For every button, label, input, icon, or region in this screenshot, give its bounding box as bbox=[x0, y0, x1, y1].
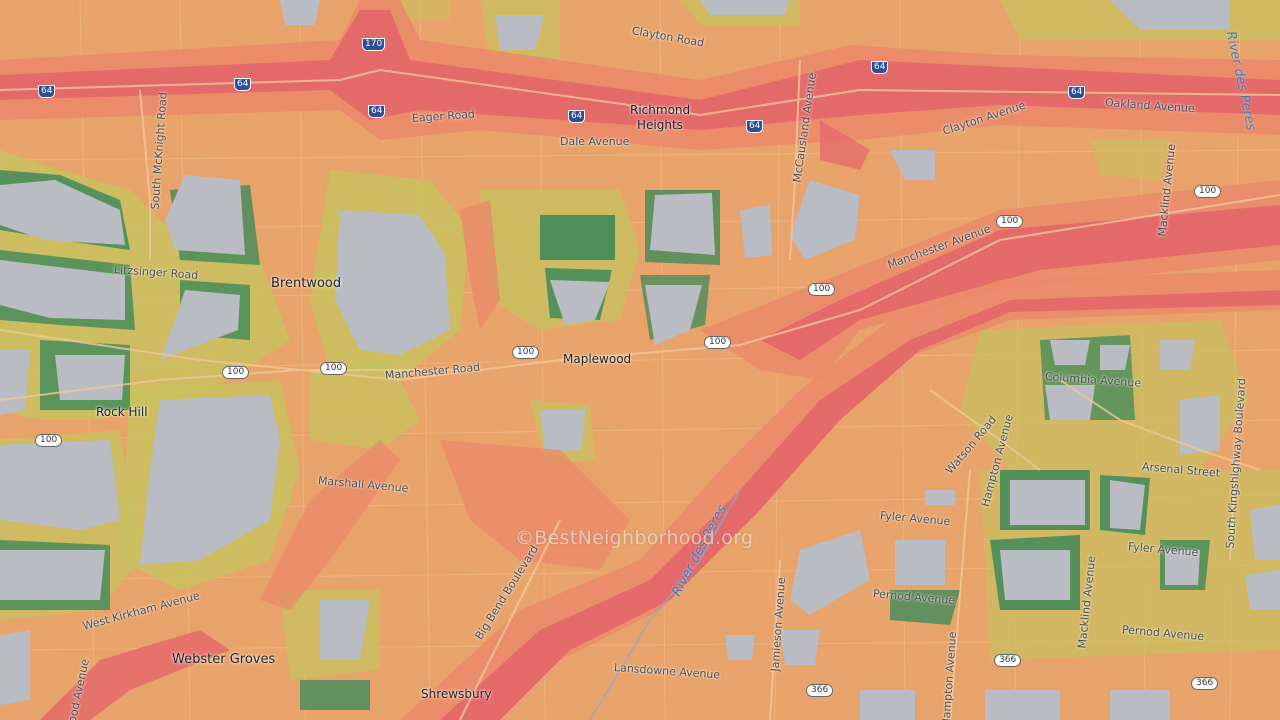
interstate-64-shield: 64 bbox=[234, 78, 252, 91]
route-366-shield: 366 bbox=[994, 654, 1022, 667]
crime-heat-map[interactable]: 170 64 64 64 64 64 64 64 100 100 100 100… bbox=[0, 0, 1280, 720]
place-richmond-heights-line1: Richmond bbox=[630, 103, 691, 117]
route-366-shield: 366 bbox=[806, 684, 834, 697]
interstate-64-shield: 64 bbox=[368, 105, 386, 118]
route-100-shield: 100 bbox=[35, 434, 63, 447]
interstate-64-shield: 64 bbox=[568, 110, 586, 123]
interstate-64-shield: 64 bbox=[871, 61, 889, 74]
route-100-shield: 100 bbox=[1194, 185, 1222, 198]
watermark: ©BestNeighborhood.org bbox=[515, 527, 754, 549]
interstate-64-shield: 64 bbox=[38, 85, 56, 98]
route-100-shield: 100 bbox=[222, 366, 250, 379]
interstate-64-shield: 64 bbox=[746, 120, 764, 133]
route-100-shield: 100 bbox=[808, 283, 836, 296]
interstate-64-shield: 64 bbox=[1068, 86, 1086, 99]
place-richmond-heights-line2: Heights bbox=[637, 118, 683, 132]
route-100-shield: 100 bbox=[704, 336, 732, 349]
route-100-shield: 100 bbox=[512, 346, 540, 359]
route-366-shield: 366 bbox=[1191, 677, 1219, 690]
street-dale-avenue: Dale Avenue bbox=[560, 135, 630, 148]
place-shrewsbury: Shrewsbury bbox=[421, 687, 492, 701]
place-brentwood: Brentwood bbox=[271, 276, 342, 291]
place-maplewood: Maplewood bbox=[563, 352, 632, 366]
route-100-shield: 100 bbox=[996, 215, 1024, 228]
place-rock-hill: Rock Hill bbox=[96, 405, 148, 419]
interstate-170-shield: 170 bbox=[362, 38, 386, 51]
route-100-shield: 100 bbox=[320, 362, 348, 375]
place-webster-groves: Webster Groves bbox=[172, 652, 276, 667]
